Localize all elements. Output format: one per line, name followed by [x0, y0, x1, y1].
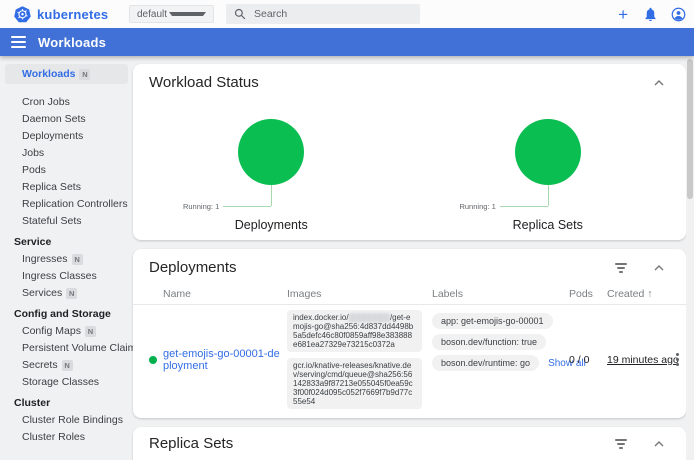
- kubernetes-logo[interactable]: kubernetes: [14, 6, 108, 23]
- deployments-pie-running: [238, 119, 304, 185]
- app-header: kubernetes default +: [0, 0, 694, 28]
- sidebar-item-ingress-classes[interactable]: Ingress Classes: [0, 268, 133, 285]
- label-chip: boson.dev/function: true: [432, 334, 546, 350]
- col-pods[interactable]: Pods: [569, 288, 607, 300]
- label-chip: app: get-emojis-go-00001: [432, 313, 553, 329]
- filter-icon[interactable]: [612, 260, 630, 276]
- hamburger-menu-icon[interactable]: [11, 36, 26, 48]
- sidebar-item-stateful-sets[interactable]: Stateful Sets: [0, 213, 133, 230]
- filter-icon[interactable]: [612, 436, 630, 452]
- sidebar-item-services[interactable]: ServicesN: [0, 285, 133, 302]
- namespace-selector[interactable]: default: [129, 5, 214, 23]
- main-content: Workload Status Running: 1 Deployments: [133, 56, 686, 460]
- pods-count: 0 / 0: [569, 354, 607, 366]
- global-search[interactable]: [226, 4, 420, 24]
- sidebar-item-cluster-role-bindings[interactable]: Cluster Role Bindings: [0, 412, 133, 429]
- collapse-card-button[interactable]: [652, 78, 666, 88]
- labels-cell: app: get-emojis-go-00001 boson.dev/funct…: [432, 310, 569, 409]
- collapse-card-button[interactable]: [652, 263, 666, 273]
- notifications-button[interactable]: [644, 7, 657, 21]
- sidebar-item-cron-jobs[interactable]: Cron Jobs: [0, 94, 133, 111]
- namespaced-badge: N: [72, 254, 83, 265]
- created-timestamp: 19 minutes ago: [607, 354, 671, 366]
- sidebar-item-secrets[interactable]: SecretsN: [0, 357, 133, 374]
- replica-sets-table-header: Name Images Labels Pods Created ↑: [133, 456, 686, 460]
- namespaced-badge: N: [79, 69, 90, 80]
- sidebar-item-ingresses[interactable]: IngressesN: [0, 251, 133, 268]
- search-input[interactable]: [254, 8, 394, 20]
- sidebar-item-pods[interactable]: Pods: [0, 162, 133, 179]
- namespaced-badge: N: [62, 360, 73, 371]
- sidebar-section-cluster: Cluster: [0, 395, 133, 412]
- namespaced-badge: N: [66, 288, 77, 299]
- sidebar-item-daemon-sets[interactable]: Daemon Sets: [0, 111, 133, 128]
- profile-button[interactable]: [671, 7, 686, 22]
- replica-sets-status-chart: Running: 1 Replica Sets: [410, 93, 687, 240]
- page-scrollbar[interactable]: [686, 56, 694, 460]
- row-menu-kebab-icon[interactable]: [671, 350, 684, 369]
- page-toolbar: Workloads: [0, 28, 694, 56]
- sidebar-item-deployments[interactable]: Deployments: [0, 128, 133, 145]
- chevron-up-icon: [654, 441, 664, 447]
- col-images[interactable]: Images: [287, 288, 432, 300]
- running-count-label: Running: 1: [183, 202, 219, 211]
- label-chip: boson.dev/runtime: go: [432, 355, 539, 371]
- deployment-row: get-emojis-go-00001-deployment index.doc…: [133, 305, 686, 418]
- replica-sets-pie-running: [515, 119, 581, 185]
- pie-annotation-connector: Running: 1: [410, 185, 687, 207]
- image-chip: index.docker.io/▒▒▒▒▒▒▒▒/get-emojis-go@s…: [287, 310, 422, 352]
- col-name[interactable]: Name: [163, 288, 287, 300]
- collapse-card-button[interactable]: [652, 439, 666, 449]
- sidebar-item-replication-controllers[interactable]: Replication Controllers: [0, 196, 133, 213]
- sidebar-item-workloads[interactable]: WorkloadsN: [5, 64, 128, 84]
- sidebar-section-config-storage: Config and Storage: [0, 306, 133, 323]
- sidebar-item-storage-classes[interactable]: Storage Classes: [0, 374, 133, 391]
- deployments-card: Deployments Name Images Labels Pods Crea…: [133, 249, 686, 418]
- image-chip: gcr.io/knative-releases/knative.dev/serv…: [287, 358, 422, 409]
- sidebar-item-jobs[interactable]: Jobs: [0, 145, 133, 162]
- replica-sets-card: Replica Sets Name Images Labels Pods Cre…: [133, 427, 686, 460]
- deployment-name-link[interactable]: get-emojis-go-00001-deployment: [163, 348, 287, 372]
- deployments-status-chart: Running: 1 Deployments: [133, 93, 410, 240]
- sort-asc-icon: ↑: [647, 288, 652, 300]
- replica-sets-title: Replica Sets: [149, 434, 612, 454]
- pie-annotation-connector: Running: 1: [133, 185, 410, 207]
- running-count-label: Running: 1: [459, 202, 495, 211]
- status-running-dot: [149, 356, 157, 364]
- chart-title-replica-sets: Replica Sets: [410, 218, 687, 240]
- chart-title-deployments: Deployments: [133, 218, 410, 240]
- workload-status-title: Workload Status: [149, 73, 652, 93]
- sidebar-item-config-maps[interactable]: Config MapsN: [0, 323, 133, 340]
- namespace-selected-value: default: [137, 9, 169, 20]
- sidebar-item-persistent-volume-claims[interactable]: Persistent Volume ClaimsN: [0, 340, 133, 357]
- header-actions: +: [616, 0, 686, 28]
- deployments-table-header: Name Images Labels Pods Created ↑: [133, 283, 686, 304]
- page-title: Workloads: [38, 35, 106, 50]
- namespaced-badge: N: [85, 326, 96, 337]
- col-created[interactable]: Created ↑: [607, 288, 671, 300]
- scrollbar-thumb[interactable]: [687, 59, 693, 199]
- deployments-title: Deployments: [149, 258, 612, 278]
- chevron-up-icon: [654, 80, 664, 86]
- sidebar-nav: WorkloadsN Cron Jobs Daemon Sets Deploym…: [0, 56, 133, 460]
- create-resource-button[interactable]: +: [616, 6, 630, 23]
- workload-status-charts: Running: 1 Deployments Running: 1 Replic…: [133, 93, 686, 240]
- sidebar-section-service: Service: [0, 234, 133, 251]
- images-cell: index.docker.io/▒▒▒▒▒▒▒▒/get-emojis-go@s…: [287, 310, 432, 409]
- bell-icon: [644, 7, 657, 21]
- sidebar-item-cluster-roles[interactable]: Cluster Roles: [0, 429, 133, 446]
- redacted-text: ▒▒▒▒▒▒▒▒: [349, 313, 390, 322]
- user-icon: [671, 7, 686, 22]
- workload-status-card: Workload Status Running: 1 Deployments: [133, 64, 686, 240]
- kubernetes-dashboard: kubernetes default +: [0, 0, 694, 460]
- brand-wordmark: kubernetes: [37, 7, 108, 22]
- kubernetes-helm-icon: [14, 6, 31, 23]
- col-labels[interactable]: Labels: [432, 288, 569, 300]
- chevron-up-icon: [654, 265, 664, 271]
- search-icon: [234, 8, 246, 20]
- chevron-down-icon: [169, 12, 207, 16]
- sidebar-item-replica-sets[interactable]: Replica Sets: [0, 179, 133, 196]
